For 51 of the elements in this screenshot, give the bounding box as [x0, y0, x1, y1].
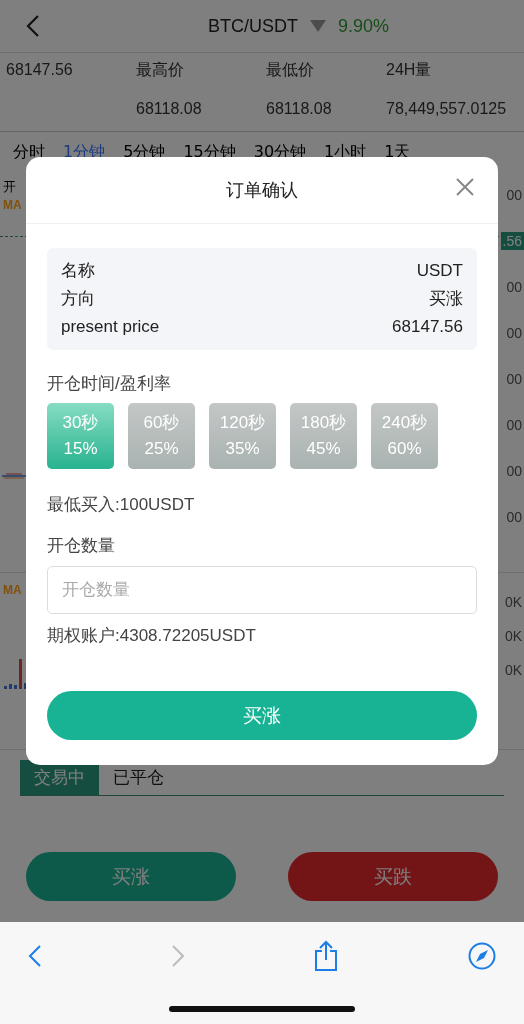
- back-icon[interactable]: [28, 944, 42, 968]
- info-value: 买涨: [429, 288, 463, 310]
- info-label: 名称: [61, 260, 95, 282]
- price-axis-label: .56: [500, 232, 524, 250]
- stat-label: 24H量: [386, 59, 433, 80]
- chart-label: 开: [3, 178, 17, 196]
- period-option[interactable]: 30秒 15%: [47, 403, 114, 469]
- info-value: USDT: [416, 260, 463, 282]
- close-icon[interactable]: [456, 178, 474, 196]
- period-option[interactable]: 60秒 25%: [128, 403, 195, 469]
- price-axis-label: 00: [505, 324, 523, 342]
- info-value: 68147.56: [392, 316, 463, 338]
- volume-axis-label: 0K: [503, 593, 523, 611]
- price-axis-label: 00: [505, 416, 523, 434]
- compass-icon[interactable]: [467, 942, 496, 970]
- quantity-field[interactable]: 开仓数量: [47, 566, 477, 614]
- period-option[interactable]: 240秒 60%: [371, 403, 438, 469]
- last-price: 68147.56: [6, 61, 74, 79]
- buy-down-button[interactable]: 买跌: [288, 852, 498, 901]
- buy-up-button[interactable]: 买涨: [26, 852, 236, 901]
- candle-drawing: [2, 472, 28, 480]
- info-label: 方向: [61, 288, 95, 310]
- price-axis-label: 00: [505, 370, 523, 388]
- period-option[interactable]: 120秒 35%: [209, 403, 276, 469]
- quantity-label: 开仓数量: [47, 535, 116, 557]
- stat-label: 最高价: [136, 59, 185, 80]
- volume-axis-label: 0K: [503, 627, 523, 645]
- volume-axis-label: 0K: [503, 661, 523, 679]
- price-axis-label: 00: [505, 462, 523, 480]
- account-balance: 期权账户:4308.72205USDT: [47, 625, 257, 647]
- trade-tab[interactable]: 已平仓: [99, 760, 178, 795]
- dialog-title: 订单确认: [226, 179, 298, 202]
- confirm-button[interactable]: 买涨: [47, 691, 477, 740]
- info-label: present price: [61, 316, 160, 338]
- min-buy-text: 最低买入:100USDT: [47, 494, 196, 516]
- chart-label: MA: [3, 198, 22, 212]
- share-icon[interactable]: [313, 940, 340, 972]
- dropdown-icon[interactable]: [310, 20, 326, 32]
- period-label: 开仓时间/盈利率: [47, 373, 172, 395]
- price-axis-label: 00: [505, 278, 523, 296]
- stat-value: 78,449,557.0125: [386, 100, 508, 118]
- change-percent: 9.90%: [338, 15, 390, 37]
- stat-label: 最低价: [266, 59, 315, 80]
- back-icon[interactable]: [26, 14, 40, 38]
- price-axis-label: 00: [505, 508, 523, 526]
- period-option[interactable]: 180秒 45%: [290, 403, 357, 469]
- pair-title[interactable]: BTC/USDT: [208, 15, 298, 37]
- stat-value: 68118.08: [266, 100, 333, 118]
- stat-value: 68118.08: [136, 100, 203, 118]
- price-axis-label: 00: [505, 186, 523, 204]
- volume-indicator-label: MA: [3, 583, 22, 597]
